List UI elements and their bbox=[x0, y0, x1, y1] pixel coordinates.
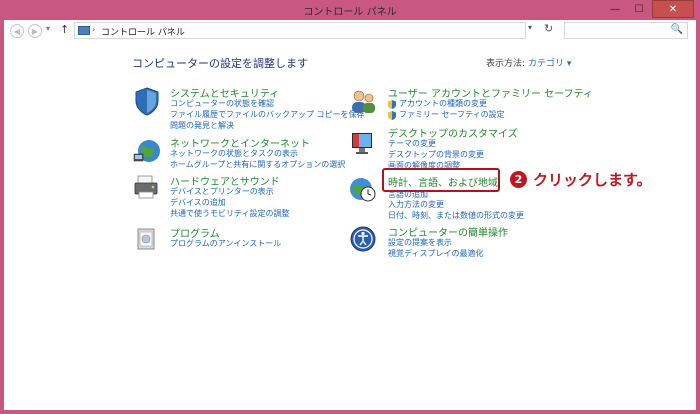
link-change-input-method[interactable]: 入力方法の変更 bbox=[388, 199, 444, 210]
breadcrumb-control-panel[interactable]: コントロール パネル bbox=[101, 25, 185, 38]
link-add-device[interactable]: デバイスの追加 bbox=[170, 197, 226, 208]
link-devices-printers[interactable]: デバイスとプリンターの表示 bbox=[170, 186, 274, 197]
search-input[interactable]: 🔍 bbox=[564, 22, 688, 39]
breadcrumb-separator[interactable]: › bbox=[92, 25, 95, 34]
breadcrumb-separator[interactable]: › bbox=[167, 25, 170, 34]
step-number-badge: 2 bbox=[510, 171, 527, 188]
search-icon: 🔍 bbox=[670, 24, 683, 35]
link-change-account-type[interactable]: アカウントの種類の変更 bbox=[399, 98, 487, 109]
recent-locations-button[interactable]: ▾ bbox=[46, 24, 50, 33]
network-icon bbox=[133, 140, 160, 162]
address-bar: ◀ ▶ ▾ ↑ › コントロール パネル › ▾ ↻ 🔍 bbox=[4, 20, 696, 42]
instruction-text: クリックします。 bbox=[533, 171, 652, 189]
category-clock-language-region[interactable]: 時計、言語、および地域 bbox=[388, 174, 498, 189]
page-title: コンピューターの設定を調整します bbox=[132, 57, 308, 70]
link-optimize-visual-display[interactable]: 視覚ディスプレイの最適化 bbox=[388, 248, 483, 259]
ease-of-access-icon bbox=[350, 226, 376, 252]
window-title: コントロール パネル bbox=[303, 7, 397, 18]
instruction-callout: 2 クリックします。 bbox=[510, 169, 652, 190]
address-dropdown-button[interactable]: ▾ bbox=[528, 23, 532, 32]
link-mobility-settings[interactable]: 共通で使うモビリティ設定の調整 bbox=[170, 208, 290, 219]
printer-icon bbox=[134, 175, 158, 199]
link-homegroup-sharing[interactable]: ホームグループと共有に関するオプションの選択 bbox=[170, 159, 345, 170]
address-field[interactable]: › コントロール パネル › bbox=[74, 22, 526, 39]
main-content: コンピューターの設定を調整します 表示方法: カテゴリ ▾ システムとセキュリテ… bbox=[4, 42, 696, 410]
title-bar: コントロール パネル — ☐ ✕ bbox=[0, 0, 700, 20]
link-recommended-settings[interactable]: 設定の提案を表示 bbox=[388, 237, 452, 248]
view-by-dropdown[interactable]: カテゴリ ▾ bbox=[528, 56, 571, 69]
link-change-background[interactable]: デスクトップの背景の変更 bbox=[388, 149, 484, 160]
link-family-safety[interactable]: ファミリー セーフティの設定 bbox=[399, 109, 505, 120]
shield-icon bbox=[135, 87, 159, 116]
view-by-label: 表示方法: bbox=[486, 59, 526, 69]
forward-button[interactable]: ▶ bbox=[28, 24, 42, 38]
link-uninstall-program[interactable]: プログラムのアンインストール bbox=[170, 238, 281, 249]
up-button[interactable]: ↑ bbox=[60, 23, 69, 36]
link-troubleshoot[interactable]: 問題の発見と解決 bbox=[170, 120, 234, 131]
control-panel-icon bbox=[78, 26, 90, 35]
link-change-date-time-format[interactable]: 日付、時刻、または数値の形式の変更 bbox=[388, 210, 524, 221]
close-button[interactable]: ✕ bbox=[652, 0, 694, 18]
desktop-icon bbox=[352, 133, 372, 154]
refresh-button[interactable]: ↻ bbox=[544, 22, 553, 35]
link-file-history-backup[interactable]: ファイル履歴でファイルのバックアップ コピーを保存 bbox=[170, 109, 365, 120]
minimize-button[interactable]: — bbox=[604, 0, 626, 18]
link-check-status[interactable]: コンピューターの状態を確認 bbox=[170, 98, 274, 109]
link-network-status[interactable]: ネットワークの状態とタスクの表示 bbox=[170, 148, 298, 159]
control-panel-window: コントロール パネル — ☐ ✕ ◀ ▶ ▾ ↑ › コントロール パネル › … bbox=[0, 0, 700, 414]
clock-globe-icon bbox=[350, 178, 376, 202]
uac-shield-icon bbox=[388, 111, 396, 120]
link-change-theme[interactable]: テーマの変更 bbox=[388, 138, 436, 149]
uac-shield-icon bbox=[388, 100, 396, 109]
maximize-button[interactable]: ☐ bbox=[628, 0, 650, 18]
back-button[interactable]: ◀ bbox=[10, 24, 24, 38]
programs-icon bbox=[137, 228, 155, 250]
users-icon bbox=[352, 90, 375, 113]
